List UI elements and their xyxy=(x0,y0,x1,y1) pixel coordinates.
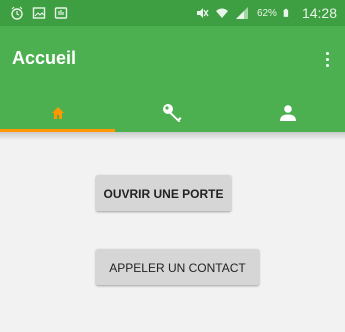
wifi-icon xyxy=(215,8,228,18)
battery-icon xyxy=(283,8,289,17)
open-door-button[interactable]: OUVRIR UNE PORTE xyxy=(96,175,231,211)
tab-keys[interactable] xyxy=(115,94,230,132)
signal-icon xyxy=(235,7,248,19)
call-contact-button[interactable]: APPELER UN CONTACT xyxy=(96,249,259,285)
status-left-icons xyxy=(10,6,68,20)
notification-icon xyxy=(54,7,68,19)
tab-profile[interactable] xyxy=(230,94,345,132)
key-icon xyxy=(162,104,181,122)
tab-bar xyxy=(0,94,345,132)
battery-percent: 62% xyxy=(256,7,277,19)
alarm-icon xyxy=(11,6,23,20)
person-icon xyxy=(279,105,296,121)
page-title: Accueil xyxy=(12,48,77,68)
image-icon xyxy=(32,7,46,19)
app-bar: Accueil xyxy=(0,26,345,94)
mute-icon xyxy=(196,8,209,18)
status-bar: 62% 14:28 xyxy=(0,0,345,26)
tab-bar-shadow xyxy=(0,132,345,140)
status-right-icons: 62% 14:28 xyxy=(195,5,337,21)
tab-home[interactable] xyxy=(0,94,115,132)
clock: 14:28 xyxy=(301,5,337,21)
overflow-menu-icon[interactable] xyxy=(321,48,333,70)
home-icon xyxy=(51,107,64,119)
